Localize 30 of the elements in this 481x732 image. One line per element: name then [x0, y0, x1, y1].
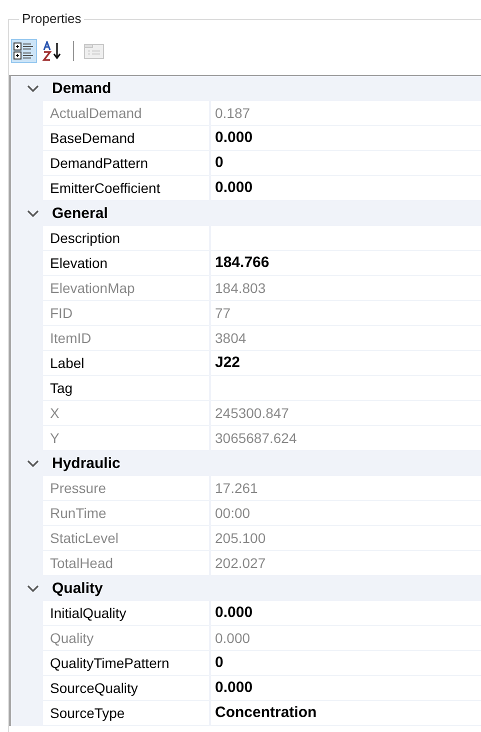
category-header[interactable]: Quality: [52, 580, 103, 597]
property-name[interactable]: Label: [43, 351, 211, 376]
property-value[interactable]: 184.766: [211, 251, 481, 276]
property-name[interactable]: Description: [43, 226, 211, 251]
property-value[interactable]: 0.000: [211, 126, 481, 151]
property-name[interactable]: SourceType: [43, 701, 211, 726]
property-value[interactable]: 0.000: [211, 676, 481, 701]
property-value[interactable]: 0.000: [211, 601, 481, 626]
property-name[interactable]: Tag: [43, 376, 211, 401]
panel-title: Properties: [19, 11, 84, 27]
property-value[interactable]: Concentration: [211, 701, 481, 726]
categorized-view-button[interactable]: [11, 39, 37, 63]
chevron-icon[interactable]: [27, 84, 39, 92]
property-name[interactable]: SourceQuality: [43, 676, 211, 701]
property-name[interactable]: DemandPattern: [43, 151, 211, 176]
category-header[interactable]: Demand: [52, 80, 112, 97]
property-value[interactable]: 0.000: [211, 176, 481, 201]
category-header[interactable]: General: [52, 205, 108, 222]
property-value[interactable]: J22: [211, 351, 481, 376]
property-name[interactable]: QualityTimePattern: [43, 651, 211, 676]
property-name[interactable]: InitialQuality: [43, 601, 211, 626]
property-name[interactable]: BaseDemand: [43, 126, 211, 151]
property-value[interactable]: 0: [211, 151, 481, 176]
category-header[interactable]: Hydraulic: [52, 455, 120, 472]
chevron-icon[interactable]: [27, 210, 39, 218]
chevron-icon[interactable]: [27, 460, 39, 468]
property-value[interactable]: 0: [211, 651, 481, 676]
property-name[interactable]: Elevation: [43, 251, 211, 276]
chevron-icon[interactable]: [27, 584, 39, 592]
property-name[interactable]: EmitterCoefficient: [43, 176, 211, 201]
